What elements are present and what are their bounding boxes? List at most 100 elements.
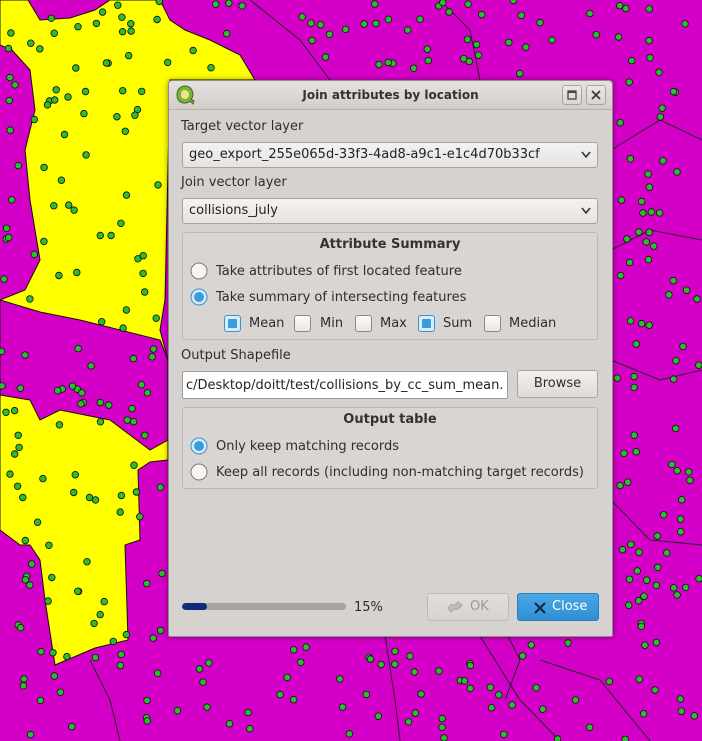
map-point <box>30 115 38 124</box>
map-point <box>37 647 45 656</box>
radio-keep-all[interactable] <box>190 463 208 481</box>
map-point <box>87 362 95 370</box>
map-point <box>118 28 127 36</box>
map-point <box>695 361 702 369</box>
map-point <box>70 206 78 214</box>
map-point <box>630 372 638 381</box>
target-layer-combo[interactable]: geo_export_255e065d-33f3-4ad8-a9c1-e1c4d… <box>182 142 598 168</box>
radio-unchecked-icon <box>190 463 208 481</box>
map-point <box>276 690 284 699</box>
map-point <box>96 610 104 619</box>
radio-summary-intersecting[interactable] <box>190 288 208 306</box>
map-point <box>678 496 686 504</box>
map-point <box>360 20 368 28</box>
map-point <box>663 549 671 557</box>
map-point <box>440 734 448 741</box>
map-point <box>139 269 147 278</box>
map-point <box>156 626 165 635</box>
map-point <box>655 209 664 217</box>
output-shapefile-field[interactable] <box>183 372 507 398</box>
checkbox-max[interactable] <box>355 315 372 332</box>
browse-button[interactable]: Browse <box>517 370 598 398</box>
output-table-group: Output table Only keep matching records … <box>182 407 598 489</box>
radio-first-located[interactable] <box>190 262 208 280</box>
map-point <box>155 0 163 6</box>
map-point <box>435 667 443 675</box>
checkbox-sum[interactable] <box>418 315 435 332</box>
map-point <box>411 709 419 717</box>
map-point <box>47 14 55 22</box>
map-point <box>128 404 136 413</box>
ok-button[interactable]: OK <box>427 593 509 621</box>
map-point <box>6 470 14 478</box>
map-point <box>553 735 562 741</box>
checkbox-median[interactable] <box>484 315 501 332</box>
map-point <box>632 340 640 348</box>
radio-unchecked-icon <box>190 262 208 280</box>
map-point <box>123 416 131 424</box>
map-point <box>669 87 678 96</box>
map-point <box>472 40 481 49</box>
map-point <box>375 60 383 69</box>
map-point <box>121 127 129 135</box>
map-point <box>73 268 81 277</box>
map-point <box>143 717 151 725</box>
map-point <box>460 677 469 685</box>
map-point <box>298 13 306 21</box>
dialog-titlebar[interactable]: Join attributes by location <box>169 81 612 110</box>
map-point <box>71 471 79 479</box>
map-point <box>404 26 412 34</box>
map-point <box>628 56 636 65</box>
map-point <box>681 20 689 28</box>
map-point <box>96 418 105 426</box>
map-point <box>27 39 35 47</box>
map-point <box>621 735 629 741</box>
ok-icon <box>447 601 463 613</box>
map-point <box>51 96 59 104</box>
map-point <box>6 126 14 134</box>
map-point <box>586 723 594 732</box>
map-point <box>109 637 117 646</box>
map-point <box>246 725 254 733</box>
map-point <box>592 31 600 39</box>
output-shapefile-input[interactable] <box>182 371 508 399</box>
map-point <box>487 704 496 712</box>
map-point <box>81 87 90 96</box>
map-point <box>122 630 131 639</box>
map-point <box>637 319 646 328</box>
map-point <box>536 18 544 27</box>
map-point <box>7 196 16 204</box>
close-button[interactable]: Close <box>517 593 599 621</box>
map-point <box>651 686 659 694</box>
map-point <box>307 19 315 27</box>
map-point <box>199 678 207 686</box>
map-point <box>391 660 399 668</box>
map-point <box>5 96 13 105</box>
map-point <box>505 38 513 47</box>
join-attributes-dialog: Join attributes by location Target vecto… <box>168 80 613 637</box>
join-layer-label: Join vector layer <box>181 175 287 190</box>
dialog-title: Join attributes by location <box>302 88 479 102</box>
map-point <box>464 0 472 8</box>
checkbox-mean[interactable] <box>224 315 241 332</box>
maximize-button[interactable] <box>562 85 582 105</box>
radio-keep-matching[interactable] <box>190 437 208 455</box>
map-point <box>131 111 139 119</box>
checkbox-min[interactable] <box>294 315 311 332</box>
map-point <box>122 191 131 199</box>
map-point <box>682 286 691 294</box>
titlebar-close-button[interactable] <box>586 85 606 105</box>
map-point <box>113 112 121 121</box>
map-point <box>290 646 298 654</box>
map-point <box>372 19 380 28</box>
map-point <box>626 155 635 163</box>
map-point <box>653 532 661 540</box>
map-point <box>14 431 22 439</box>
checkbox-sum-label: Sum <box>443 316 473 331</box>
join-layer-combo[interactable]: collisions_july <box>182 198 598 224</box>
map-point <box>635 675 643 683</box>
map-point <box>362 690 370 699</box>
map-point <box>623 235 631 243</box>
map-point <box>645 228 653 236</box>
map-point <box>40 237 48 246</box>
